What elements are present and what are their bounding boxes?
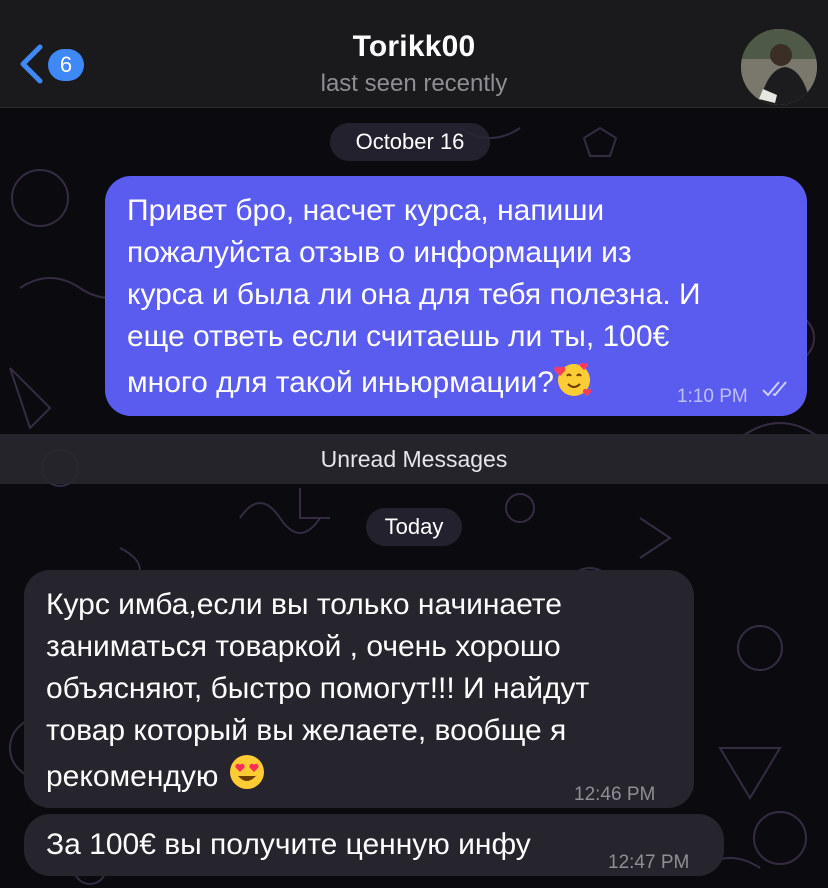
message-incoming[interactable]: Курс имба,если вы только начинаете заним… (24, 570, 694, 808)
message-incoming[interactable]: За 100€ вы получите ценную инфу 12:47 PM (24, 814, 724, 876)
smiling-face-with-hearts-icon (554, 358, 594, 410)
message-text: За 100€ вы получите ценную инфу (46, 828, 531, 861)
avatar-photo (741, 29, 817, 105)
avatar[interactable] (741, 29, 817, 105)
unread-messages-separator: Unread Messages (0, 434, 828, 484)
message-time: 12:47 PM (608, 852, 690, 873)
message-text: Курс имба,если вы только начинаете заним… (46, 584, 672, 804)
contact-name: Torikk00 (352, 30, 476, 63)
heart-eyes-icon (227, 752, 267, 804)
date-separator: Today (366, 508, 462, 546)
message-time: 1:10 PM (677, 386, 748, 407)
contact-info[interactable]: Torikk00 last seen recently (0, 30, 828, 98)
date-separator: October 16 (330, 123, 490, 161)
message-outgoing[interactable]: Привет бро, насчет курса, напиши пожалуй… (105, 176, 807, 416)
chat-header: 6 Torikk00 last seen recently (0, 0, 828, 108)
message-time: 12:46 PM (574, 784, 656, 805)
double-check-icon (762, 381, 787, 397)
contact-status: last seen recently (320, 70, 508, 97)
